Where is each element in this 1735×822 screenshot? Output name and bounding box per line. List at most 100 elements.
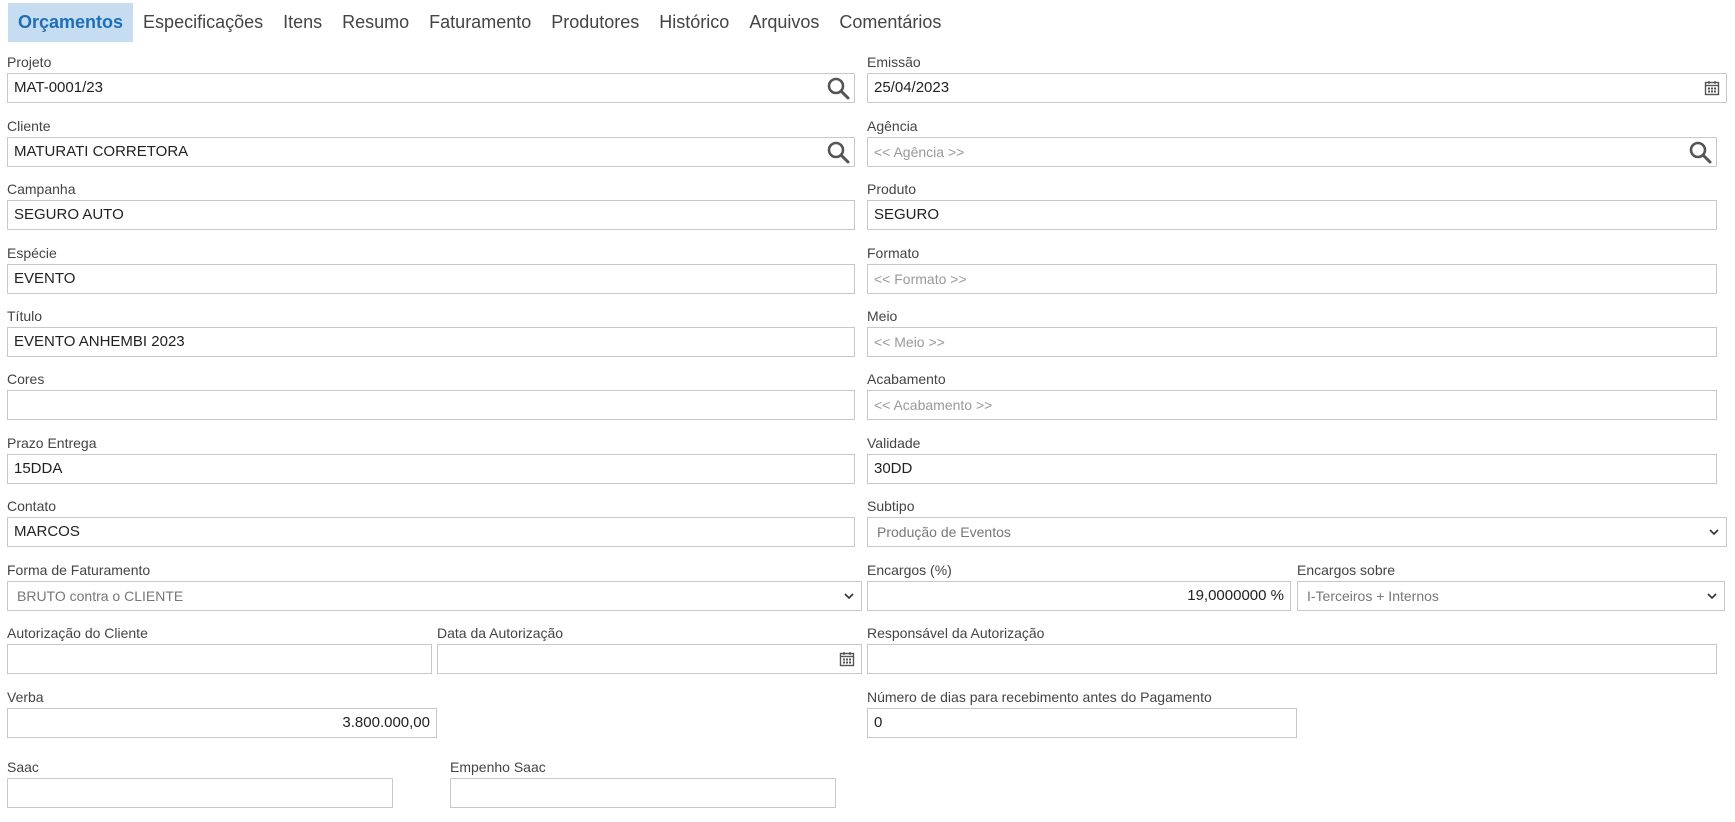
produto-label: Produto (867, 181, 917, 197)
prazo-entrega-input[interactable]: 15DDA (7, 454, 855, 484)
saac-label: Saac (7, 759, 39, 775)
encargos-sobre-select[interactable]: I-Terceiros + Internos (1297, 581, 1725, 611)
saac-field: Saac (7, 759, 393, 811)
tab-bar: Orçamentos Especificações Itens Resumo F… (8, 3, 951, 42)
responsavel-autorizacao-label: Responsável da Autorização (867, 625, 1045, 641)
calendar-icon[interactable] (839, 651, 855, 667)
prazo-entrega-field: Prazo Entrega 15DDA (7, 435, 855, 487)
acabamento-input[interactable]: << Acabamento >> (867, 390, 1717, 420)
tab-orcamentos[interactable]: Orçamentos (8, 3, 134, 42)
especie-input[interactable]: EVENTO (7, 264, 855, 294)
autorizacao-cliente-label: Autorização do Cliente (7, 625, 148, 641)
contato-label: Contato (7, 498, 57, 514)
verba-field: Verba 3.800.000,00 (7, 689, 437, 741)
encargos-sobre-field: Encargos sobre I-Terceiros + Internos (1297, 562, 1725, 614)
forma-faturamento-select[interactable]: BRUTO contra o CLIENTE (7, 581, 862, 611)
forma-faturamento-field: Forma de Faturamento BRUTO contra o CLIE… (7, 562, 862, 614)
num-dias-label: Número de dias para recebimento antes do… (867, 689, 1212, 705)
titulo-input[interactable]: EVENTO ANHEMBI 2023 (7, 327, 855, 357)
tab-comentarios[interactable]: Comentários (829, 3, 951, 42)
meio-field: Meio << Meio >> (867, 308, 1717, 360)
emissao-input[interactable]: 25/04/2023 (867, 73, 1727, 103)
num-dias-field: Número de dias para recebimento antes do… (867, 689, 1297, 741)
encargos-pct-label: Encargos (%) (867, 562, 952, 578)
campanha-field: Campanha SEGURO AUTO (7, 181, 855, 233)
verba-label: Verba (7, 689, 44, 705)
formato-placeholder: << Formato >> (874, 271, 967, 287)
campanha-label: Campanha (7, 181, 76, 197)
titulo-field: Título EVENTO ANHEMBI 2023 (7, 308, 855, 360)
formato-label: Formato (867, 245, 920, 261)
projeto-value: MAT-0001/23 (14, 79, 103, 96)
tab-produtores[interactable]: Produtores (541, 3, 649, 42)
encargos-pct-field: Encargos (%) 19,0000000 % (867, 562, 1291, 614)
agencia-placeholder: << Agência >> (874, 144, 965, 160)
acabamento-field: Acabamento << Acabamento >> (867, 371, 1717, 423)
search-icon[interactable] (1688, 140, 1712, 164)
encargos-pct-input[interactable]: 19,0000000 % (867, 581, 1291, 611)
meio-input[interactable]: << Meio >> (867, 327, 1717, 357)
saac-input[interactable] (7, 778, 393, 808)
autorizacao-cliente-field: Autorização do Cliente (7, 625, 432, 677)
especie-value: EVENTO (14, 270, 76, 287)
meio-label: Meio (867, 308, 898, 324)
emissao-label: Emissão (867, 54, 921, 70)
produto-input[interactable]: SEGURO (867, 200, 1717, 230)
subtipo-field: Subtipo Produção de Eventos (867, 498, 1727, 550)
forma-faturamento-value: BRUTO contra o CLIENTE (17, 588, 184, 604)
agencia-field: Agência << Agência >> (867, 118, 1717, 170)
chevron-down-icon (844, 593, 854, 600)
encargos-pct-value: 19,0000000 % (1187, 587, 1284, 604)
agencia-label: Agência (867, 118, 918, 134)
encargos-sobre-label: Encargos sobre (1297, 562, 1396, 578)
contato-field: Contato MARCOS (7, 498, 855, 550)
tab-arquivos[interactable]: Arquivos (739, 3, 829, 42)
acabamento-placeholder: << Acabamento >> (874, 397, 993, 413)
especie-label: Espécie (7, 245, 57, 261)
validade-field: Validade 30DD (867, 435, 1717, 487)
cores-label: Cores (7, 371, 45, 387)
data-autorizacao-label: Data da Autorização (437, 625, 564, 641)
tab-itens[interactable]: Itens (273, 3, 332, 42)
cliente-input[interactable]: MATURATI CORRETORA (7, 137, 855, 167)
agencia-input[interactable]: << Agência >> (867, 137, 1717, 167)
prazo-entrega-value: 15DDA (14, 460, 63, 477)
cliente-field: Cliente MATURATI CORRETORA (7, 118, 855, 170)
autorizacao-cliente-input[interactable] (7, 644, 432, 674)
responsavel-autorizacao-input[interactable] (867, 644, 1717, 674)
tab-especificacoes[interactable]: Especificações (133, 3, 273, 42)
formato-input[interactable]: << Formato >> (867, 264, 1717, 294)
projeto-label: Projeto (7, 54, 52, 70)
validade-value: 30DD (874, 460, 913, 477)
campanha-value: SEGURO AUTO (14, 206, 124, 223)
formato-field: Formato << Formato >> (867, 245, 1717, 297)
search-icon[interactable] (826, 76, 850, 100)
meio-placeholder: << Meio >> (874, 334, 945, 350)
titulo-label: Título (7, 308, 43, 324)
data-autorizacao-input[interactable] (437, 644, 862, 674)
cliente-value: MATURATI CORRETORA (14, 143, 189, 160)
tab-faturamento[interactable]: Faturamento (419, 3, 541, 42)
validade-input[interactable]: 30DD (867, 454, 1717, 484)
subtipo-select[interactable]: Produção de Eventos (867, 517, 1727, 547)
empenho-saac-input[interactable] (450, 778, 836, 808)
empenho-saac-field: Empenho Saac (450, 759, 836, 811)
projeto-field: Projeto MAT-0001/23 (7, 54, 855, 106)
tab-resumo[interactable]: Resumo (332, 3, 419, 42)
tab-historico[interactable]: Histórico (649, 3, 739, 42)
search-icon[interactable] (826, 140, 850, 164)
cliente-label: Cliente (7, 118, 51, 134)
campanha-input[interactable]: SEGURO AUTO (7, 200, 855, 230)
forma-faturamento-label: Forma de Faturamento (7, 562, 151, 578)
empenho-saac-label: Empenho Saac (450, 759, 546, 775)
cores-field: Cores (7, 371, 855, 423)
produto-field: Produto SEGURO (867, 181, 1717, 233)
contato-input[interactable]: MARCOS (7, 517, 855, 547)
subtipo-label: Subtipo (867, 498, 915, 514)
responsavel-autorizacao-field: Responsável da Autorização (867, 625, 1717, 677)
calendar-icon[interactable] (1704, 80, 1720, 96)
projeto-input[interactable]: MAT-0001/23 (7, 73, 855, 103)
verba-input[interactable]: 3.800.000,00 (7, 708, 437, 738)
cores-input[interactable] (7, 390, 855, 420)
num-dias-input[interactable]: 0 (867, 708, 1297, 738)
